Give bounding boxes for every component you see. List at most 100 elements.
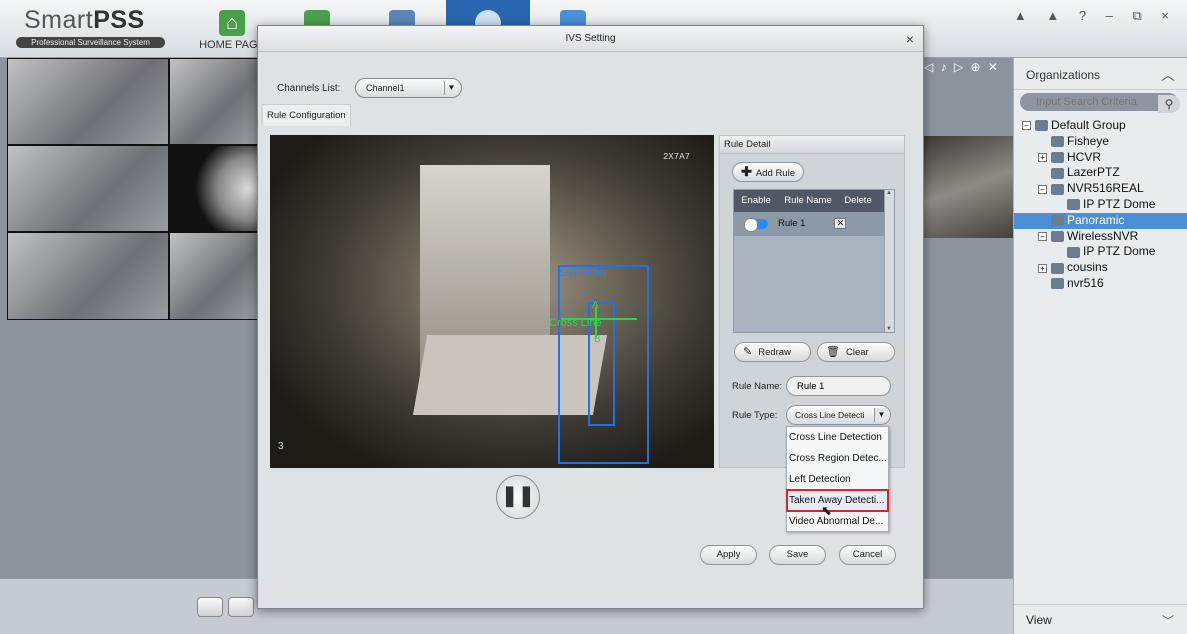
clear-button[interactable]: 🗑 Clear [817,342,895,362]
organizations-panel: Organizations ︿ − Default GroupFisheye + HC… [1013,58,1187,634]
close-icon[interactable]: × [906,26,914,52]
device-icon [1051,136,1064,148]
device-icon [1051,151,1064,163]
expand-icon[interactable]: + [1038,152,1047,162]
chevron-down-icon[interactable]: ▼ [444,81,458,95]
tree-item-label: IP PTZ Dome [1083,196,1156,211]
rule-name-label: Rule Name: [732,381,783,392]
save-button[interactable]: Save [769,545,826,565]
search-icon[interactable]: ⚲ [1158,95,1180,113]
rule-type-label: Rule Type: [732,410,778,421]
tree-item-label: LazerPTZ [1067,165,1120,180]
chevron-down-icon[interactable]: ﹀ [1162,612,1174,629]
add-rule-button[interactable]: ✚ Add Rule [732,162,804,182]
channels-list-label: Channels List: [277,83,341,94]
cross-line-label: Cross Line [549,317,602,329]
tree-item[interactable]: + cousins [1014,260,1187,276]
option-video-abnormal-detection[interactable]: Video Abnormal De... [787,511,888,532]
option-cross-region-detection[interactable]: Cross Region Detec... [787,448,888,469]
add-rule-label: Add Rule [755,168,795,179]
video-tile[interactable] [169,58,259,145]
point-a-label: A [592,300,599,311]
channel-select[interactable]: Channel1 ▼ [355,78,462,98]
mouse-cursor-icon: ⬉ [821,503,832,518]
video-grid [7,58,259,320]
device-icon [1051,167,1064,179]
column-rule-name: Rule Name [784,195,832,206]
device-icon [1051,215,1064,227]
trash-icon: 🗑 [826,346,840,358]
device-tree: − Default Group Fisheye + HCVR LazerPTZ − NVR51… [1014,118,1187,292]
video-tile[interactable] [924,136,1013,238]
tree-item[interactable]: IP PTZ Dome [1014,197,1187,213]
video-timestamp: 2X7A7 [663,152,691,162]
device-icon [1067,246,1080,258]
layout-4-button[interactable] [228,597,254,617]
tree-item[interactable]: − WirelessNVR [1014,229,1187,245]
video-toolbar-icons[interactable]: ◁ ♪ ▷ ⊕ ✕ [924,60,1013,76]
tree-item-label: Panoramic [1067,212,1125,227]
collapse-icon[interactable]: − [1022,121,1031,131]
expand-icon[interactable]: + [1038,263,1047,273]
video-tile[interactable] [169,232,259,320]
enable-toggle[interactable] [744,218,768,232]
cancel-button[interactable]: Cancel [839,545,896,565]
chevron-down-icon[interactable]: ▼ [874,408,888,422]
video-tile[interactable] [7,145,169,232]
tree-item[interactable]: + HCVR [1014,150,1187,166]
pause-button[interactable]: ❚❚ [496,475,540,519]
apply-button[interactable]: Apply [700,545,757,565]
delete-icon[interactable]: ✕ [834,218,847,229]
collapse-icon[interactable]: − [1038,231,1047,241]
rule-table: Enable Rule Name Delete Rule 1 ✕ [733,189,895,333]
plus-icon: ✚ [741,164,752,179]
rule-table-scrollbar[interactable] [884,190,894,332]
layout-1-button[interactable] [197,597,223,617]
chevron-up-icon[interactable]: ︿ [1161,65,1175,85]
tree-item-label: NVR516REAL [1067,181,1144,196]
pause-icon: ❚❚ [501,485,535,507]
tree-item-label: WirelessNVR [1067,228,1139,243]
collapse-icon[interactable]: − [1038,184,1047,194]
window-controls[interactable]: ▲ ▲ ? – ⧉ × [1014,8,1177,24]
video-tile[interactable] [169,145,259,232]
device-icon [1051,183,1064,195]
tree-item[interactable]: Fisheye [1014,134,1187,150]
rule-type-select[interactable]: Cross Line Detecti ▼ [786,405,891,425]
home-icon [219,10,245,36]
table-row[interactable]: Rule 1 ✕ [734,212,894,236]
tree-item[interactable]: nvr516 [1014,276,1187,292]
redraw-label: Redraw [758,347,791,358]
video-tile[interactable] [7,58,169,145]
rule-detail-panel: Rule Detail ✚ Add Rule Enable Rule Name D… [719,135,905,468]
tree-item-label: HCVR [1067,149,1102,164]
rule-detail-header: Rule Detail [720,136,904,154]
view-label: View [1026,613,1052,627]
redraw-button[interactable]: ✎ Redraw [734,342,811,362]
tree-item-label: Fisheye [1067,133,1110,148]
app-logo: SmartPSS [24,6,145,34]
device-icon [1051,230,1064,242]
tree-item[interactable]: − NVR516REAL [1014,181,1187,197]
organizations-header[interactable]: Organizations ︿ [1014,58,1187,90]
video-preview[interactable]: 2X7A7 3 Size Filter Cross Line A B [270,135,714,468]
rule-name-input[interactable] [786,376,891,396]
video-tile[interactable] [7,232,169,320]
tree-item[interactable]: − Default Group [1014,118,1187,134]
size-filter-label: Size Filter [559,267,608,279]
rule-type-value: Cross Line Detecti [795,410,865,420]
tree-item[interactable]: LazerPTZ [1014,165,1187,181]
option-left-detection[interactable]: Left Detection [787,469,888,490]
video-corner-mark: 3 [278,441,284,452]
tree-item-label: cousins [1067,260,1108,275]
tab-rule-configuration[interactable]: Rule Configuration [262,104,351,126]
rule-name-cell: Rule 1 [778,218,806,229]
search-input[interactable] [1020,93,1178,111]
pencil-icon: ✎ [743,346,753,358]
channel-select-value: Channel1 [366,83,405,93]
view-bar[interactable]: View ﹀ [1014,604,1187,634]
option-taken-away-detection[interactable]: Taken Away Detecti... [786,489,889,512]
tree-item[interactable]: Panoramic [1014,212,1187,229]
option-cross-line-detection[interactable]: Cross Line Detection [787,427,888,448]
tree-item[interactable]: IP PTZ Dome [1014,244,1187,260]
